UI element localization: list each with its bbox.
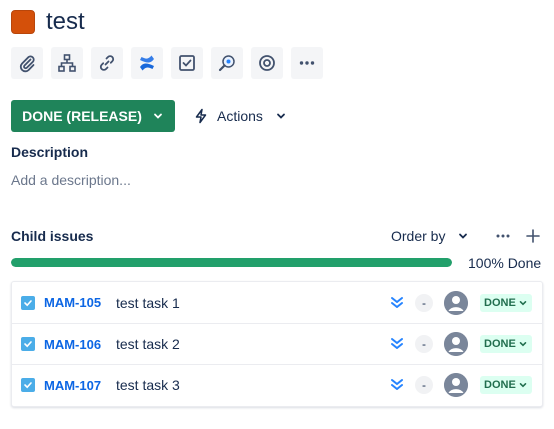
status-lozenge-label: DONE — [484, 296, 516, 309]
child-issue-key[interactable]: MAM-106 — [44, 337, 101, 352]
child-issues-list: MAM-105 test task 1 - DONE MAM-106 test … — [11, 281, 543, 407]
order-by-label: Order by — [391, 228, 446, 244]
link-icon — [99, 55, 115, 71]
lightning-icon — [195, 108, 207, 124]
hierarchy-icon — [58, 54, 76, 72]
estimate-pill[interactable]: - — [415, 293, 433, 312]
order-by-dropdown[interactable]: Order by — [391, 228, 469, 244]
chevron-down-icon — [459, 233, 468, 239]
search-bug-button[interactable] — [211, 47, 243, 79]
status-transition-button[interactable]: DONE (RELEASE) — [11, 100, 175, 132]
add-child-issue-icon[interactable] — [525, 228, 541, 244]
link-issue-button[interactable] — [91, 47, 123, 79]
child-issue-summary[interactable]: test task 3 — [116, 377, 180, 393]
assignee-avatar[interactable] — [444, 290, 468, 315]
task-type-icon — [21, 378, 35, 392]
priority-lowest-icon[interactable] — [389, 295, 405, 311]
chevron-down-icon — [519, 300, 527, 305]
issue-header: test — [11, 7, 85, 37]
child-issue-row[interactable]: MAM-105 test task 1 - DONE — [12, 282, 542, 323]
assignee-avatar[interactable] — [444, 332, 468, 356]
issue-type-icon[interactable] — [11, 10, 35, 34]
progress-fill — [11, 258, 452, 267]
child-issue-row[interactable]: MAM-107 test task 3 - DONE — [12, 364, 542, 405]
child-issue-summary[interactable]: test task 1 — [116, 295, 180, 311]
child-issues-more-icon[interactable] — [494, 228, 512, 244]
task-type-icon — [21, 337, 35, 351]
target-button[interactable] — [251, 47, 283, 79]
child-issues-progress-bar — [11, 258, 452, 267]
chevron-down-icon — [153, 113, 162, 119]
progress-label: 100% Done — [468, 255, 542, 271]
checklist-button[interactable] — [171, 47, 203, 79]
actions-button[interactable]: Actions — [193, 100, 287, 132]
status-label: DONE (RELEASE) — [22, 108, 142, 124]
status-lozenge[interactable]: DONE — [480, 335, 532, 353]
child-issues-heading: Child issues — [11, 228, 94, 244]
description-heading: Description — [11, 144, 89, 160]
target-icon — [259, 55, 275, 71]
status-lozenge[interactable]: DONE — [480, 376, 532, 394]
chevron-down-icon — [519, 383, 527, 388]
status-lozenge-label: DONE — [484, 338, 516, 350]
more-icon — [299, 61, 315, 65]
child-issue-summary[interactable]: test task 2 — [116, 336, 180, 352]
estimate-pill[interactable]: - — [415, 335, 433, 353]
priority-lowest-icon[interactable] — [389, 336, 405, 352]
child-issue-key[interactable]: MAM-105 — [44, 295, 101, 310]
description-field[interactable]: Add a description... — [11, 172, 131, 188]
child-issue-row[interactable]: MAM-106 test task 2 - DONE — [12, 323, 542, 364]
chevron-down-icon — [519, 342, 527, 347]
child-issue-button[interactable] — [51, 47, 83, 79]
checklist-icon — [179, 55, 195, 71]
confluence-icon — [140, 55, 154, 71]
status-lozenge-label: DONE — [484, 379, 516, 391]
priority-lowest-icon[interactable] — [389, 377, 405, 393]
status-lozenge[interactable]: DONE — [480, 293, 532, 312]
task-type-icon — [21, 295, 35, 310]
child-issue-key[interactable]: MAM-107 — [44, 378, 101, 393]
attach-button[interactable] — [11, 47, 43, 79]
confluence-button[interactable] — [131, 47, 163, 79]
search-bug-icon — [218, 55, 235, 72]
actions-label: Actions — [217, 108, 263, 124]
more-options-button[interactable] — [291, 47, 323, 79]
chevron-down-icon — [277, 113, 285, 119]
issue-toolbar — [11, 47, 323, 79]
assignee-avatar[interactable] — [444, 373, 468, 397]
issue-title[interactable]: test — [46, 7, 85, 37]
attachment-icon — [19, 55, 35, 73]
estimate-pill[interactable]: - — [415, 376, 433, 394]
